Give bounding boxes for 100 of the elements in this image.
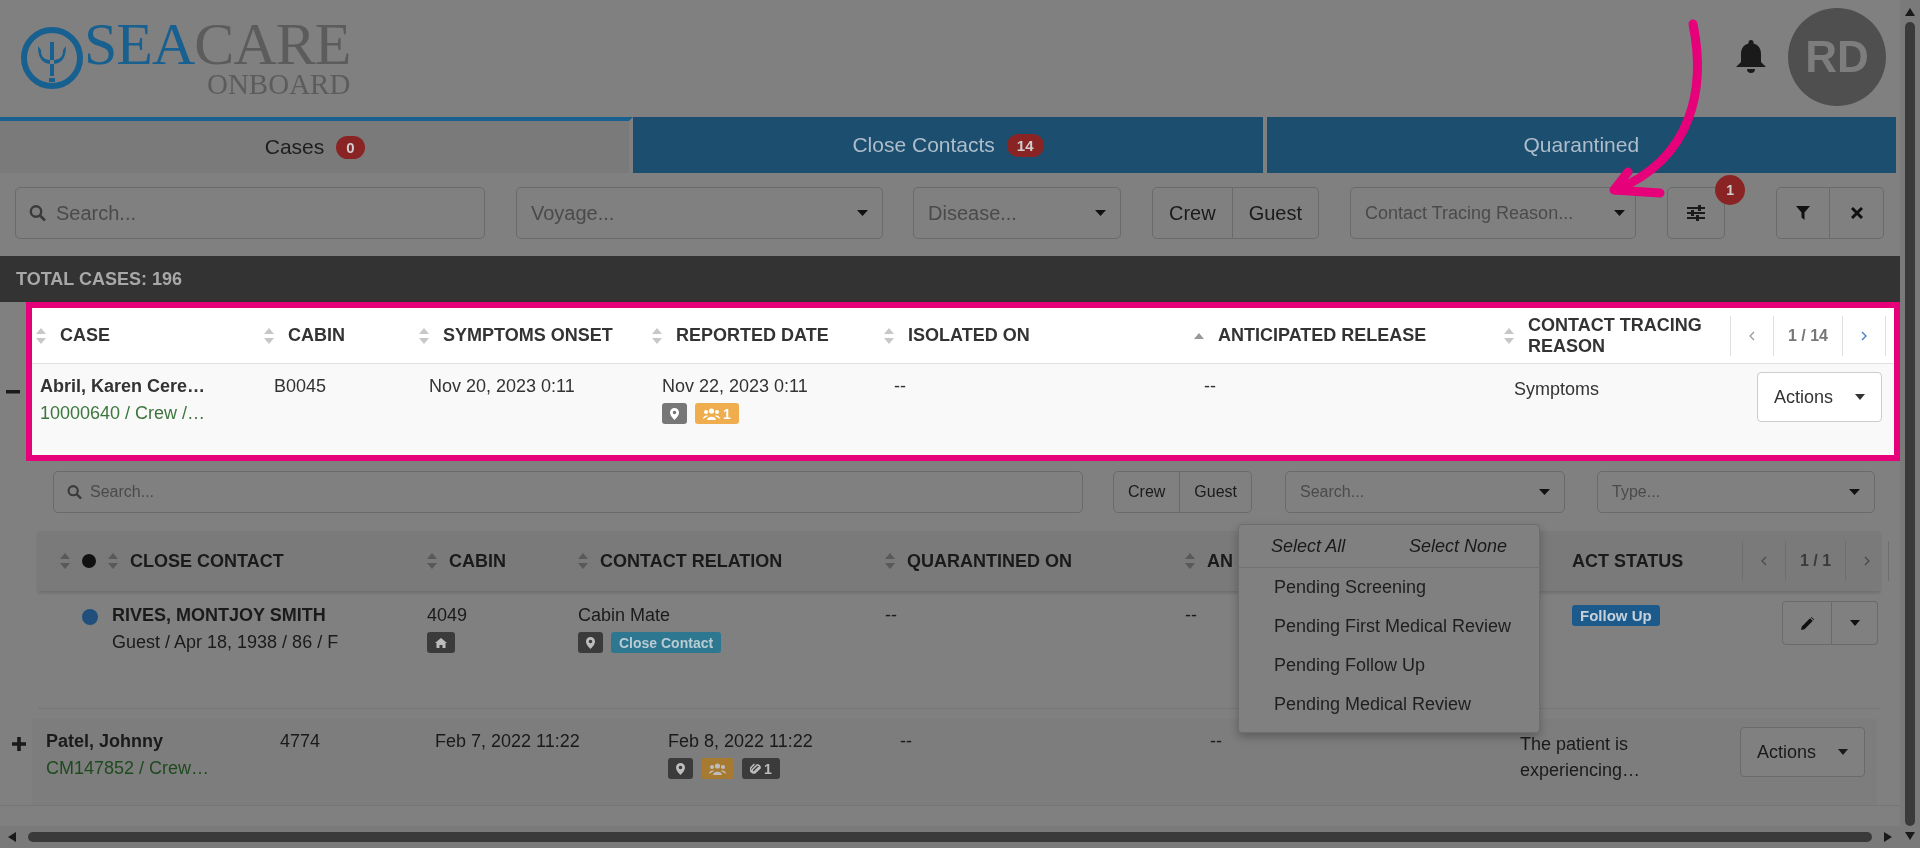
chevron-left-icon xyxy=(1761,556,1767,566)
sliders-icon xyxy=(1687,205,1706,221)
filter-button[interactable] xyxy=(1776,187,1831,239)
horizontal-scrollbar[interactable] xyxy=(0,826,1900,848)
actions-button[interactable]: Actions xyxy=(1756,372,1882,422)
table-cell: -- xyxy=(1210,731,1222,752)
column-header[interactable]: CABIN xyxy=(288,325,345,346)
status-badge: Follow Up xyxy=(1572,605,1660,626)
relation-badge: Close Contact xyxy=(611,632,722,653)
scroll-right-icon[interactable] xyxy=(1884,832,1892,842)
column-header[interactable]: CONTACT RELATION xyxy=(600,550,783,572)
column-header[interactable]: ACT STATUS xyxy=(1572,550,1684,572)
collapse-icon[interactable] xyxy=(6,390,20,394)
expand-icon[interactable] xyxy=(12,737,26,751)
case-name[interactable]: Patel, Johnny xyxy=(46,731,164,752)
case-name[interactable]: Abril, Karen Cere… xyxy=(40,376,206,397)
group-tag: 1 xyxy=(695,403,739,424)
status-dot-icon xyxy=(82,554,96,568)
caret-icon xyxy=(1838,749,1849,755)
table-cell: Nov 22, 2023 0:11 xyxy=(662,376,808,397)
tab[interactable]: Cases 0 xyxy=(0,117,634,173)
people-icon xyxy=(703,407,720,420)
map-pin-icon xyxy=(670,407,679,420)
sort-ascending-icon[interactable] xyxy=(1194,331,1204,340)
sort-icon[interactable] xyxy=(1504,327,1514,344)
sort-icon[interactable] xyxy=(1185,553,1195,569)
settings-button[interactable] xyxy=(1667,187,1726,239)
column-header[interactable]: ANTICIPATED RELEASE xyxy=(1218,325,1427,346)
page-indicator: 1 / 14 xyxy=(1772,315,1843,356)
count-badge: 14 xyxy=(1006,133,1044,157)
vertical-scrollbar[interactable] xyxy=(1900,0,1920,848)
chevron-right-icon xyxy=(1864,556,1871,566)
toggle-button[interactable]: Guest xyxy=(1232,187,1320,239)
pencil-icon xyxy=(1800,616,1814,630)
table-cell: 4774 xyxy=(280,731,321,752)
scroll-up-icon[interactable] xyxy=(1905,8,1915,16)
table-cell: B0045 xyxy=(274,376,327,397)
column-header[interactable]: AN xyxy=(1207,550,1233,572)
sort-icon[interactable] xyxy=(419,327,429,344)
house-icon xyxy=(435,637,447,648)
column-header[interactable]: CASE xyxy=(60,325,110,346)
sort-icon[interactable] xyxy=(108,553,118,569)
column-header[interactable]: QUARANTINED ON xyxy=(907,550,1072,572)
map-pin-icon xyxy=(676,762,685,775)
table-cell: Feb 7, 2022 11:22 xyxy=(435,731,580,752)
chevron-left-icon xyxy=(1748,330,1755,341)
sort-icon[interactable] xyxy=(264,327,274,344)
dropdown-option[interactable]: Pending Follow Up xyxy=(1239,646,1539,685)
table-cell: 4049 xyxy=(427,605,468,626)
table-cell: -- xyxy=(900,731,912,752)
case-detail: 10000640 / Crew /… xyxy=(40,403,206,424)
column-header[interactable]: CLOSE CONTACT xyxy=(130,550,284,572)
total-cases-label: TOTAL CASES: 196 xyxy=(16,268,183,290)
column-header[interactable]: CABIN xyxy=(449,550,506,572)
dropdown-option[interactable]: Pending Medical Review xyxy=(1239,685,1539,724)
table-cell: -- xyxy=(885,605,897,626)
chevron-right-icon xyxy=(1861,330,1867,341)
select-none-link[interactable]: Select None xyxy=(1403,534,1514,558)
edit-button[interactable] xyxy=(1782,601,1832,645)
contact-name[interactable]: RIVES, MONTJOY SMITH xyxy=(112,605,339,626)
clear-button[interactable] xyxy=(1830,187,1885,239)
case-detail: CM147852 / Crew… xyxy=(46,758,210,779)
toggle-button[interactable]: Crew xyxy=(1113,471,1181,513)
scroll-down-icon[interactable] xyxy=(1905,832,1915,840)
toggle-button[interactable]: Crew xyxy=(1152,187,1233,239)
actions-button[interactable]: Actions xyxy=(1740,727,1866,777)
toggle-button[interactable]: Guest xyxy=(1180,471,1253,513)
caret-icon xyxy=(1095,210,1106,216)
dropdown-toggle-button[interactable] xyxy=(1832,601,1878,645)
paperclip-icon xyxy=(750,762,761,775)
sort-icon[interactable] xyxy=(60,553,70,569)
sort-icon[interactable] xyxy=(884,327,894,344)
sort-icon[interactable] xyxy=(578,553,588,569)
caret-icon xyxy=(1849,620,1860,626)
notification-badge: 1 xyxy=(1715,175,1746,205)
sort-icon[interactable] xyxy=(36,327,46,344)
caret-icon xyxy=(857,210,868,216)
attachment-tag: 1 xyxy=(742,758,780,779)
notification-bell-icon[interactable] xyxy=(1736,40,1766,74)
dropdown-option[interactable]: Pending Screening xyxy=(1239,568,1539,607)
page-indicator: 1 / 1 xyxy=(1785,541,1847,581)
column-header[interactable]: ISOLATED ON xyxy=(908,325,1030,346)
sort-icon[interactable] xyxy=(885,553,895,569)
close-icon xyxy=(1850,207,1863,219)
column-header[interactable]: SYMPTOMS ONSET xyxy=(443,325,613,346)
search-icon xyxy=(29,204,46,222)
table-cell-text: Symptoms xyxy=(1514,378,1601,401)
trident-logo-icon xyxy=(20,26,84,90)
table-cell: -- xyxy=(1185,605,1197,626)
contact-detail: Guest / Apr 18, 1938 / 86 / F xyxy=(112,632,339,653)
sort-icon[interactable] xyxy=(652,327,662,344)
caret-icon xyxy=(1539,489,1551,495)
sort-icon[interactable] xyxy=(427,553,437,569)
table-cell: Cabin Mate xyxy=(578,605,671,626)
people-icon xyxy=(709,762,726,775)
column-header[interactable]: CONTACT TRACING REASON xyxy=(1528,314,1720,357)
scroll-left-icon[interactable] xyxy=(8,832,16,842)
select-all-link[interactable]: Select All xyxy=(1264,534,1352,558)
column-header[interactable]: REPORTED DATE xyxy=(676,325,829,346)
dropdown-option[interactable]: Pending First Medical Review xyxy=(1239,607,1539,646)
